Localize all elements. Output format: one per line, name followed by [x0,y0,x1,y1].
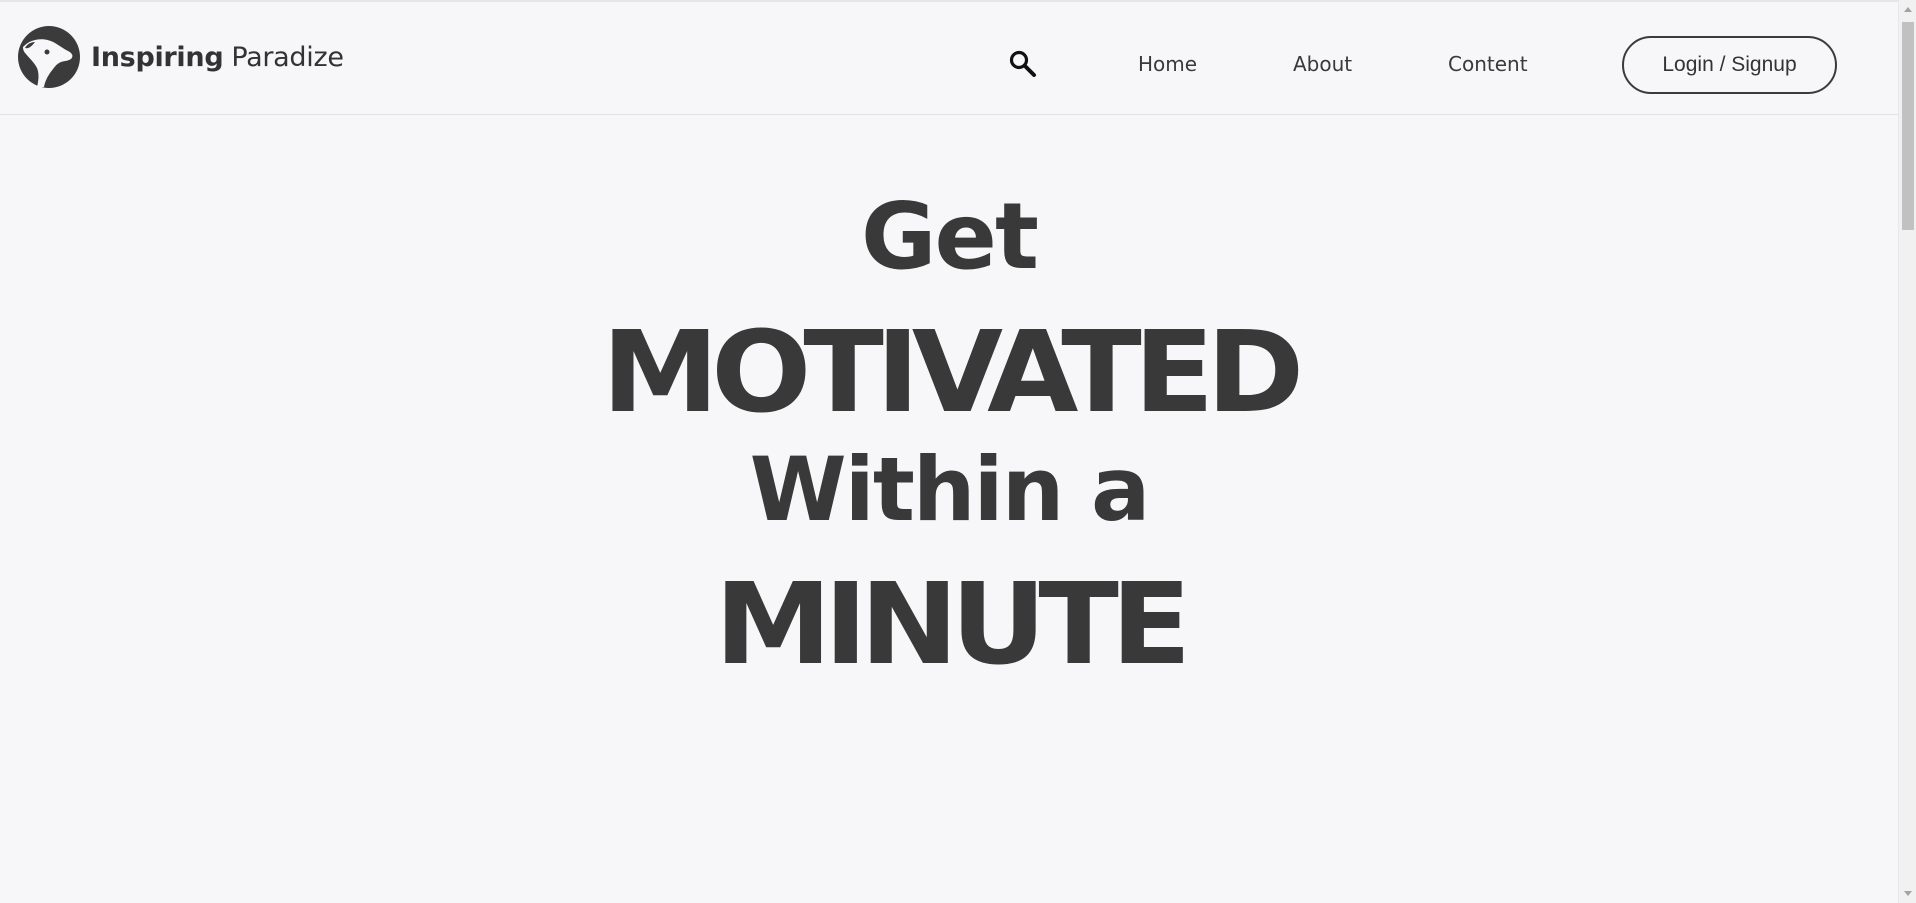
search-button[interactable] [1005,46,1041,82]
scrollbar-thumb[interactable] [1902,22,1914,230]
scroll-up-arrow-icon[interactable] [1904,7,1912,12]
page: Inspiring Paradize Home About Content Log… [0,0,1916,903]
vertical-scrollbar[interactable] [1898,0,1916,903]
site-header: Inspiring Paradize Home About Content Log… [0,2,1898,115]
brand-name-light: Paradize [231,41,344,73]
login-signup-button[interactable]: Login / Signup [1622,36,1837,94]
hero-line-minute: MINUTE [714,558,1192,690]
brand-name-bold: Inspiring [91,41,224,73]
hero-line-within: Within a [749,438,1151,541]
scroll-down-arrow-icon[interactable] [1904,891,1912,896]
nav-about-link[interactable]: About [1293,52,1352,76]
hero-line-get: Get [861,183,1039,290]
hero-line-motivated: MOTIVATED [601,306,1305,438]
dog-head-logo-icon [18,26,80,88]
brand[interactable]: Inspiring Paradize [17,25,344,89]
search-icon [1009,50,1036,77]
brand-name: Inspiring Paradize [91,42,344,73]
nav-content-link[interactable]: Content [1448,52,1528,76]
nav-home-link[interactable]: Home [1138,52,1197,76]
